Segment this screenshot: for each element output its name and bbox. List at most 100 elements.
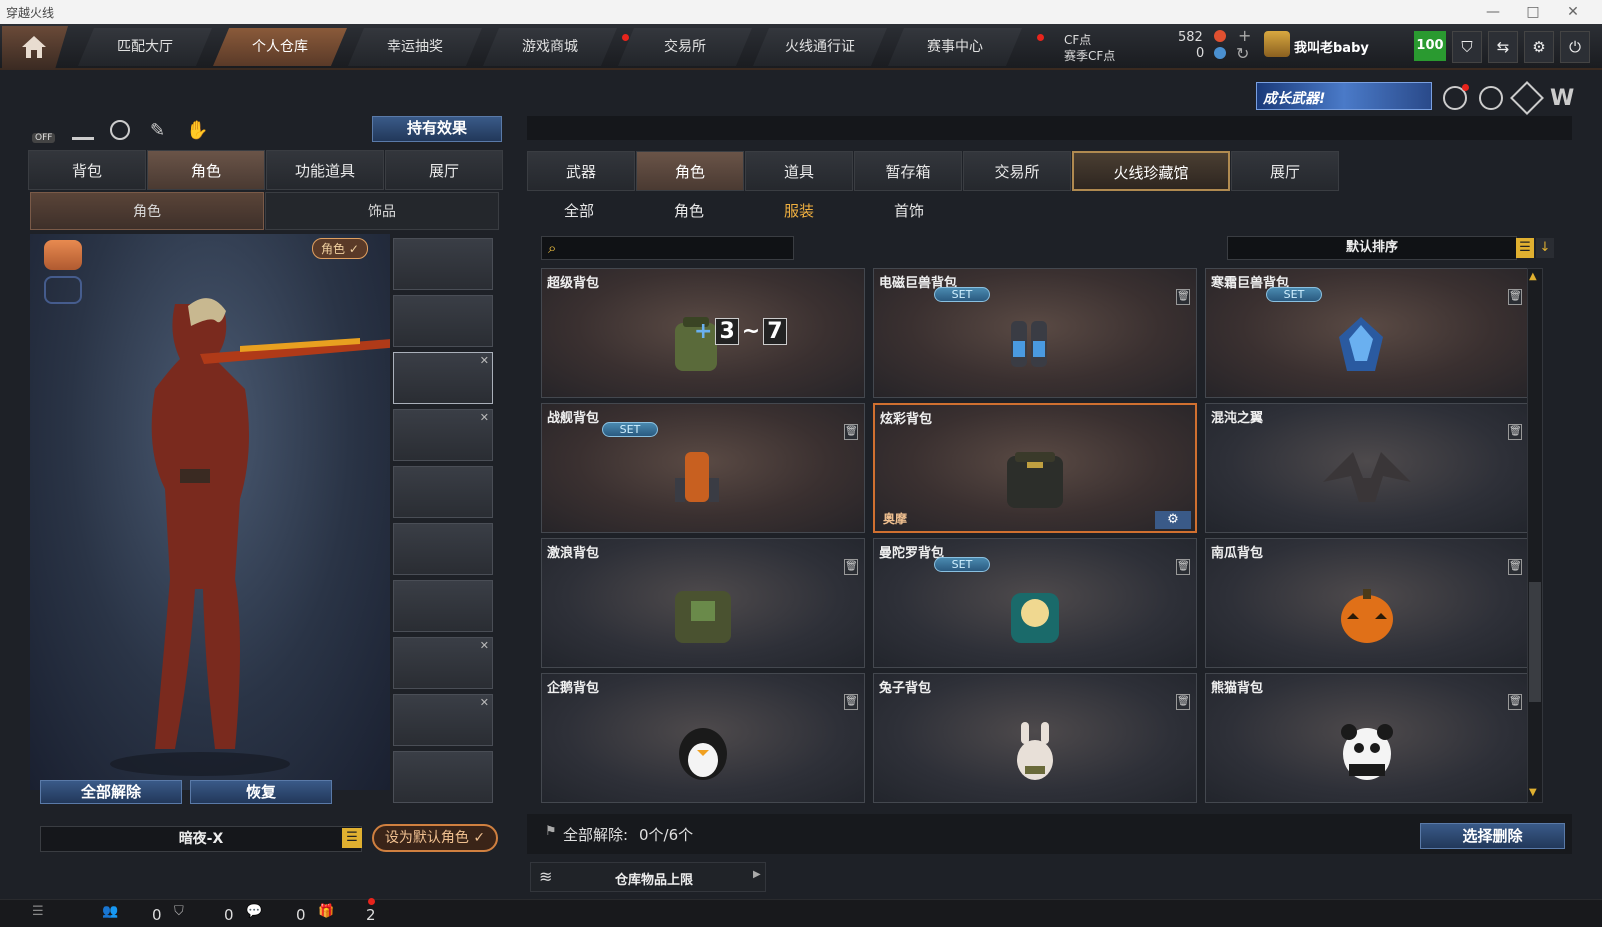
scroll-up-icon[interactable]: ▲ bbox=[1529, 271, 1537, 282]
menu-list-icon[interactable]: ☰ bbox=[342, 828, 362, 848]
chat-icon[interactable]: 💬 bbox=[246, 904, 262, 919]
trash-icon[interactable]: 🗑 bbox=[1508, 694, 1522, 710]
switch-icon[interactable]: ⇆ bbox=[1488, 31, 1518, 63]
equipment-slot[interactable] bbox=[393, 751, 493, 803]
item-card[interactable]: 南瓜背包 🗑 bbox=[1205, 538, 1529, 668]
gift-icon[interactable]: 🎁 bbox=[318, 904, 334, 919]
right-tab-4[interactable]: 交易所 bbox=[963, 151, 1071, 191]
storage-limit-bar[interactable]: ≋ 仓库物品上限 ▶ bbox=[530, 862, 766, 892]
filter-3[interactable]: 首饰 bbox=[874, 198, 944, 224]
list-icon[interactable]: ☰ bbox=[32, 904, 44, 919]
globe-icon[interactable] bbox=[1479, 86, 1503, 110]
remove-slot-icon[interactable]: ✕ bbox=[480, 411, 489, 424]
item-scrollbar[interactable]: ▲ ▼ bbox=[1527, 268, 1543, 803]
restore-button[interactable]: 恢复 bbox=[190, 780, 332, 804]
nav-tab-0[interactable]: 匹配大厅 bbox=[78, 28, 212, 66]
item-card[interactable]: 战舰背包 SET 🗑 bbox=[541, 403, 865, 533]
equipment-slot[interactable]: ✕ bbox=[393, 694, 493, 746]
item-card[interactable]: 兔子背包 🗑 bbox=[873, 673, 1197, 803]
equipment-slot[interactable] bbox=[393, 295, 493, 347]
recharge-plus-icon[interactable]: + bbox=[1238, 26, 1251, 45]
item-card[interactable]: 混沌之翼 🗑 bbox=[1205, 403, 1529, 533]
select-delete-button[interactable]: 选择删除 bbox=[1420, 823, 1565, 849]
left-tab-2[interactable]: 功能道具 bbox=[266, 150, 384, 190]
scroll-thumb[interactable] bbox=[1529, 582, 1541, 702]
filter-2[interactable]: 服装 bbox=[764, 198, 834, 224]
right-tab-6[interactable]: 展厅 bbox=[1231, 151, 1339, 191]
refresh-icon[interactable]: ↻ bbox=[1236, 44, 1249, 63]
nav-tab-3[interactable]: 游戏商城 bbox=[483, 28, 617, 66]
emblem-icon[interactable] bbox=[1510, 81, 1544, 115]
trash-icon[interactable]: 🗑 bbox=[844, 694, 858, 710]
set-default-character-button[interactable]: 设为默认角色 ✓ bbox=[372, 824, 498, 852]
character-name-field[interactable]: 暗夜-X bbox=[40, 826, 362, 852]
shield-icon[interactable]: ⛉ bbox=[1452, 31, 1482, 63]
trash-icon[interactable]: 🗑 bbox=[1508, 289, 1522, 305]
sort-dropdown[interactable]: 默认排序 bbox=[1227, 236, 1517, 260]
growth-weapon-banner[interactable]: 成长武器! bbox=[1256, 82, 1432, 110]
username[interactable]: 我叫老baby bbox=[1294, 37, 1369, 56]
stats-icon[interactable] bbox=[72, 120, 94, 140]
equipment-slot[interactable] bbox=[393, 580, 493, 632]
equipment-slot[interactable]: ✕ bbox=[393, 637, 493, 689]
toggle-off-icon[interactable]: OFF bbox=[32, 118, 60, 146]
scroll-down-icon[interactable]: ▼ bbox=[1529, 787, 1537, 798]
home-button[interactable] bbox=[2, 26, 68, 70]
filter-0[interactable]: 全部 bbox=[544, 198, 614, 224]
remove-slot-icon[interactable]: ✕ bbox=[480, 354, 489, 367]
filter-1[interactable]: 角色 bbox=[654, 198, 724, 224]
friends-icon[interactable]: 👥 bbox=[102, 904, 118, 919]
left-tab-3[interactable]: 展厅 bbox=[385, 150, 503, 190]
trash-icon[interactable]: 🗑 bbox=[1176, 559, 1190, 575]
nav-tab-1[interactable]: 个人仓库 bbox=[213, 28, 347, 66]
nav-tab-4[interactable]: 交易所 bbox=[618, 28, 752, 66]
remove-slot-icon[interactable]: ✕ bbox=[480, 639, 489, 652]
left-tab-1[interactable]: 角色 bbox=[147, 150, 265, 190]
trash-icon[interactable]: 🗑 bbox=[1176, 289, 1190, 305]
trash-icon[interactable]: 🗑 bbox=[1508, 424, 1522, 440]
gear-icon[interactable]: ⚙ bbox=[1524, 31, 1554, 63]
item-card[interactable]: 炫彩背包 奥摩 ⚙ bbox=[873, 403, 1197, 533]
equipment-slot[interactable] bbox=[393, 238, 493, 290]
glove-icon[interactable]: ✋ bbox=[186, 120, 208, 141]
wrench-icon[interactable]: ✎ bbox=[150, 120, 165, 141]
right-tab-3[interactable]: 暂存箱 bbox=[854, 151, 962, 191]
item-card[interactable]: 电磁巨兽背包 SET 🗑 bbox=[873, 268, 1197, 398]
equipment-slot[interactable]: ✕ bbox=[393, 409, 493, 461]
item-card[interactable]: 超级背包 +3 ~7 bbox=[541, 268, 865, 398]
left-subtab-1[interactable]: 饰品 bbox=[265, 192, 499, 230]
holding-effect-button[interactable]: 持有效果 bbox=[372, 116, 502, 142]
close-button[interactable]: ✕ bbox=[1556, 2, 1590, 22]
left-tab-0[interactable]: 背包 bbox=[28, 150, 146, 190]
clan-icon[interactable]: ⛉ bbox=[174, 904, 184, 919]
nav-tab-2[interactable]: 幸运抽奖 bbox=[348, 28, 482, 66]
sort-menu-icon[interactable]: ☰ bbox=[1516, 238, 1534, 258]
item-card[interactable]: 企鹅背包 🗑 bbox=[541, 673, 865, 803]
trash-icon[interactable]: 🗑 bbox=[844, 424, 858, 440]
remove-slot-icon[interactable]: ✕ bbox=[480, 696, 489, 709]
nav-tab-6[interactable]: 赛事中心 bbox=[888, 28, 1022, 66]
gear-icon[interactable]: ⚙ bbox=[1155, 511, 1191, 529]
release-all-button[interactable]: 全部解除 bbox=[40, 780, 182, 804]
item-card[interactable]: 熊猫背包 🗑 bbox=[1205, 673, 1529, 803]
power-icon[interactable]: ⏻ bbox=[1560, 31, 1590, 63]
trash-icon[interactable]: 🗑 bbox=[1508, 559, 1522, 575]
right-tab-2[interactable]: 道具 bbox=[745, 151, 853, 191]
sort-direction-icon[interactable]: ↓ bbox=[1536, 238, 1554, 258]
outfit-type-icon[interactable] bbox=[44, 276, 82, 304]
trash-icon[interactable]: 🗑 bbox=[844, 559, 858, 575]
equipment-slot[interactable] bbox=[393, 466, 493, 518]
right-tab-1[interactable]: 角色 bbox=[636, 151, 744, 191]
item-card[interactable]: 寒霜巨兽背包 SET 🗑 bbox=[1205, 268, 1529, 398]
equipment-slot[interactable]: ✕ bbox=[393, 352, 493, 404]
nav-tab-5[interactable]: 火线通行证 bbox=[753, 28, 887, 66]
item-card[interactable]: 曼陀罗背包 SET 🗑 bbox=[873, 538, 1197, 668]
search-input[interactable]: ⌕ bbox=[541, 236, 794, 260]
equipment-slot[interactable] bbox=[393, 523, 493, 575]
trash-icon[interactable]: 🗑 bbox=[1176, 694, 1190, 710]
history-icon[interactable] bbox=[110, 120, 130, 140]
right-tab-0[interactable]: 武器 bbox=[527, 151, 635, 191]
minimize-button[interactable]: — bbox=[1476, 2, 1510, 22]
right-tab-5[interactable]: 火线珍藏馆 bbox=[1072, 151, 1230, 191]
left-subtab-0[interactable]: 角色 bbox=[30, 192, 264, 230]
